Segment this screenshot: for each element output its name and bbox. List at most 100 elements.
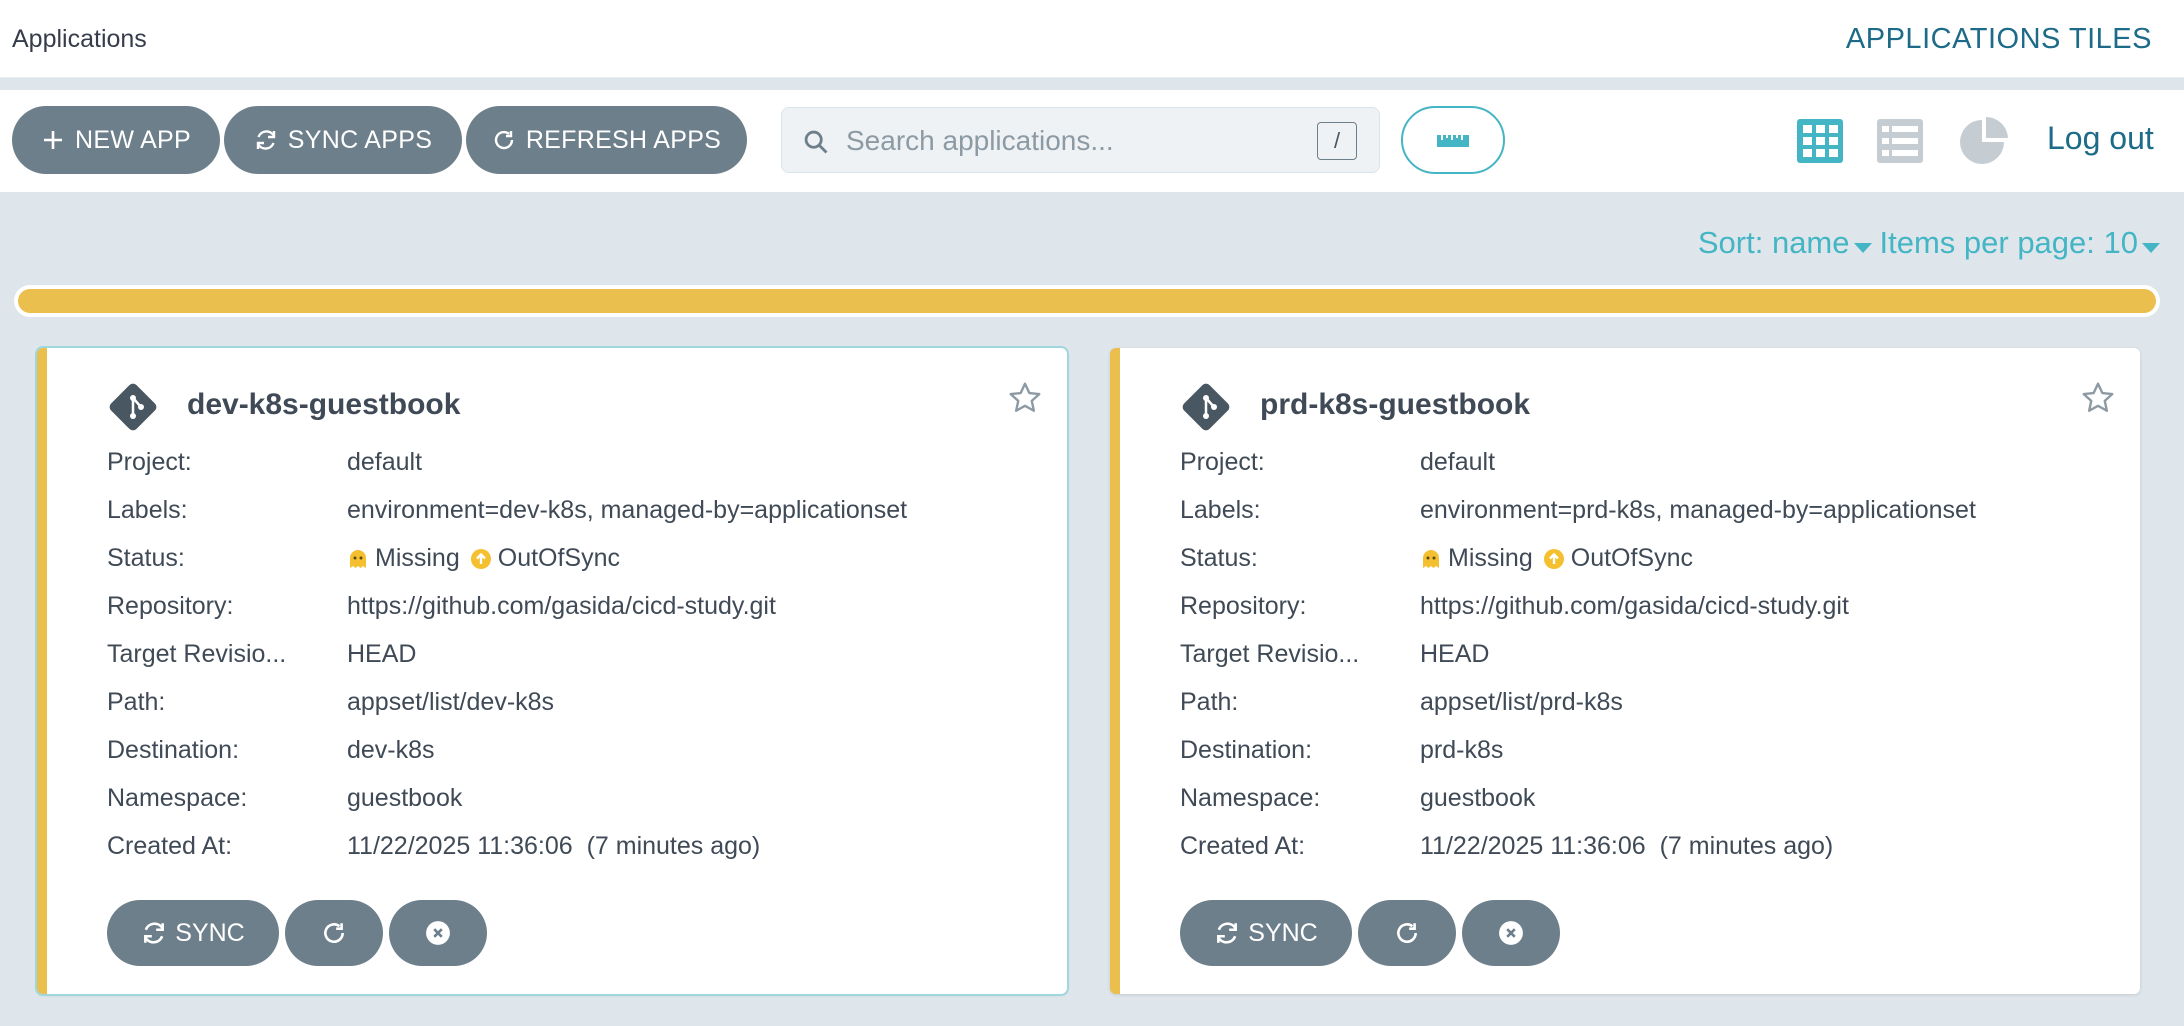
field-repository: Repository: https://github.com/gasida/cic… <box>1180 592 1849 621</box>
app-card-dev-k8s-guestbook[interactable]: dev-k8s-guestbook Project: default Labels… <box>35 346 1069 996</box>
field-value: HEAD <box>1420 640 1490 668</box>
field-value: https://github.com/gasida/cicd-study.git <box>1420 592 1849 620</box>
sort-bar: Sort: name Items per page: 10 <box>1698 225 2160 261</box>
ghost-icon <box>350 549 366 568</box>
field-project: Project: default <box>1180 448 1495 477</box>
field-project: Project: default <box>107 448 422 477</box>
list-view-icon[interactable] <box>1876 118 1924 164</box>
field-status: Status: Missing OutOfSync <box>1180 544 1693 573</box>
field-labels: Labels: environment=dev-k8s, managed-by=a… <box>107 496 907 525</box>
close-circle-icon <box>1499 921 1523 945</box>
sync-status: OutOfSync <box>497 544 621 572</box>
field-namespace: Namespace: guestbook <box>1180 784 1535 813</box>
sync-apps-button[interactable]: SYNC APPS <box>224 106 462 174</box>
out-of-sync-icon <box>1543 548 1564 569</box>
refresh-apps-button[interactable]: REFRESH APPS <box>466 106 747 174</box>
field-value: 11/22/2025 11:36:06 (7 minutes ago) <box>347 832 761 860</box>
delete-button[interactable] <box>389 900 487 966</box>
field-label: Path: <box>1180 688 1239 716</box>
field-value: appset/list/dev-k8s <box>347 688 555 716</box>
sort-label: Sort: name <box>1697 225 1850 260</box>
refresh-apps-label: REFRESH APPS <box>525 125 722 154</box>
sync-icon <box>1217 922 1238 944</box>
favorite-star-icon[interactable] <box>1007 380 1043 416</box>
health-status: Missing <box>1448 544 1533 572</box>
field-target-revision: Target Revisio... HEAD <box>107 640 416 669</box>
caret-down-icon <box>2142 243 2160 253</box>
filter-ruler-button[interactable] <box>1401 106 1505 174</box>
field-status: Status: Missing OutOfSync <box>107 544 620 573</box>
field-value: HEAD <box>347 640 417 668</box>
field-value: guestbook <box>1420 784 1536 812</box>
sync-label: SYNC <box>1248 918 1318 947</box>
field-value: environment=dev-k8s, managed-by=applicat… <box>347 496 908 524</box>
refresh-icon <box>1397 923 1417 944</box>
new-app-label: NEW APP <box>74 125 192 154</box>
field-value: default <box>347 448 423 476</box>
search-shortcut-key: / <box>1317 122 1357 160</box>
field-label: Project: <box>107 448 192 476</box>
field-label: Created At: <box>107 832 233 860</box>
field-label: Status: <box>1180 544 1258 572</box>
refresh-icon <box>494 130 514 150</box>
app-name[interactable]: prd-k8s-guestbook <box>1260 388 1530 422</box>
field-label: Destination: <box>107 736 240 764</box>
items-per-page-dropdown[interactable]: Items per page: 10 <box>1879 225 2160 261</box>
field-labels: Labels: environment=prd-k8s, managed-by=a… <box>1180 496 1976 525</box>
favorite-star-icon[interactable] <box>2080 380 2116 416</box>
field-value: default <box>1420 448 1496 476</box>
close-circle-icon <box>426 921 450 945</box>
search-input[interactable]: Search applications... / <box>781 107 1380 173</box>
field-label: Namespace: <box>1180 784 1321 812</box>
items-per-page-label: Items per page: 10 <box>1879 225 2139 260</box>
sync-button[interactable]: SYNC <box>1180 900 1352 966</box>
field-label: Labels: <box>1180 496 1261 524</box>
field-destination: Destination: dev-k8s <box>107 736 435 765</box>
app-name[interactable]: dev-k8s-guestbook <box>187 388 460 422</box>
sort-dropdown[interactable]: Sort: name <box>1698 225 1872 261</box>
refresh-icon <box>324 923 344 944</box>
pie-chart-view-icon[interactable] <box>1958 116 2010 166</box>
toolbar: NEW APP SYNC APPS REFRESH APPS Search ap… <box>0 90 2184 192</box>
field-label: Target Revisio... <box>1180 640 1360 668</box>
ruler-icon <box>1437 135 1469 147</box>
sync-apps-label: SYNC APPS <box>287 125 433 154</box>
field-path: Path: appset/list/prd-k8s <box>1180 688 1623 717</box>
field-label: Created At: <box>1180 832 1306 860</box>
tiles-view-icon[interactable] <box>1796 118 1844 164</box>
field-target-revision: Target Revisio... HEAD <box>1180 640 1489 669</box>
field-label: Labels: <box>107 496 188 524</box>
logout-link[interactable]: Log out <box>2047 120 2154 157</box>
caret-down-icon <box>1853 243 1872 253</box>
field-label: Status: <box>107 544 185 572</box>
field-label: Target Revisio... <box>107 640 287 668</box>
new-app-button[interactable]: NEW APP <box>12 106 220 174</box>
field-value: guestbook <box>347 784 463 812</box>
field-namespace: Namespace: guestbook <box>107 784 462 813</box>
plus-icon <box>43 131 62 149</box>
page-header: Applications APPLICATIONS TILES <box>0 0 2184 78</box>
refresh-button[interactable] <box>1358 900 1456 966</box>
app-card-prd-k8s-guestbook[interactable]: prd-k8s-guestbook Project: default Labels… <box>1110 348 2140 994</box>
sync-label: SYNC <box>175 918 245 947</box>
delete-button[interactable] <box>1462 900 1560 966</box>
search-icon <box>804 130 828 154</box>
sync-icon <box>256 130 275 150</box>
field-label: Repository: <box>1180 592 1307 620</box>
field-destination: Destination: prd-k8s <box>1180 736 1503 765</box>
field-value: appset/list/prd-k8s <box>1420 688 1623 716</box>
page-title: Applications <box>12 25 147 53</box>
health-status: Missing <box>375 544 460 572</box>
field-value: 11/22/2025 11:36:06 (7 minutes ago) <box>1420 832 1834 860</box>
out-of-sync-icon <box>470 548 491 569</box>
field-value: prd-k8s <box>1420 736 1504 764</box>
git-icon <box>109 383 157 431</box>
search-placeholder: Search applications... <box>846 125 1114 156</box>
field-created-at: Created At: 11/22/2025 11:36:06 (7 minute… <box>1180 832 1833 861</box>
sync-button[interactable]: SYNC <box>107 900 279 966</box>
refresh-button[interactable] <box>285 900 383 966</box>
field-value: https://github.com/gasida/cicd-study.git <box>347 592 776 620</box>
field-label: Namespace: <box>107 784 248 812</box>
field-label: Project: <box>1180 448 1265 476</box>
field-path: Path: appset/list/dev-k8s <box>107 688 554 717</box>
